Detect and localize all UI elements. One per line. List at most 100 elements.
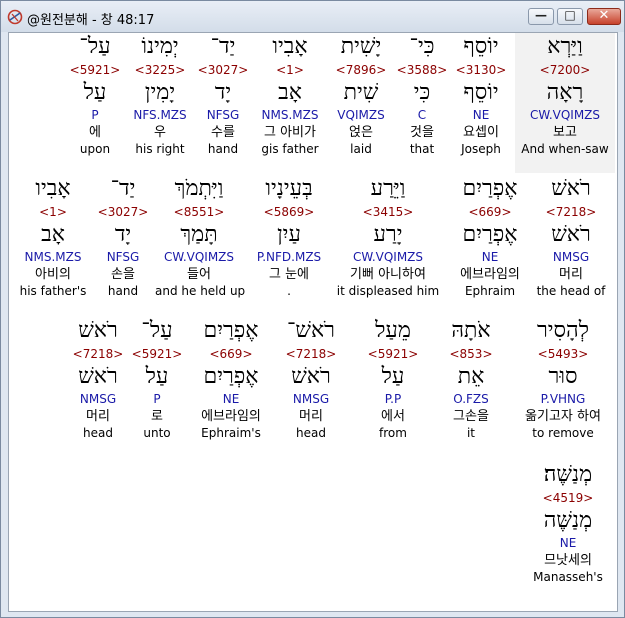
title-bar[interactable]: @원전분해 - 창 48:17 — □ ✕ — [1, 1, 624, 32]
strong-number: <3130> — [455, 63, 507, 77]
morphology-code: P.P — [384, 392, 402, 406]
english-gloss: gis father — [261, 142, 319, 156]
strong-number: <5921> — [367, 347, 419, 361]
english-gloss: and he held up — [155, 284, 246, 298]
hebrew-word: יָשִׁית — [340, 34, 382, 59]
hebrew-lemma: רֹאשׁ — [78, 364, 118, 389]
morphology-code: NMSG — [79, 392, 117, 406]
word-cell[interactable]: עַל־ <5921> עַל P 에 upon — [65, 33, 125, 157]
word-cell[interactable]: לְהָסִיר <5493> סוּר P.VHNG 옮기고자 하여 to r… — [515, 317, 611, 441]
word-cell[interactable]: כִּי־ <3588> כִּי C 것을 that — [395, 33, 449, 157]
korean-gloss: 그손을 — [453, 409, 489, 424]
word-cell[interactable]: וַיִּתְמֹךְ <8551> תָּמַךְ CW.VQIMZS 들어 … — [155, 175, 246, 299]
hebrew-word: רֹאשׁ־ — [286, 318, 335, 343]
strong-number: <5869> — [263, 205, 315, 219]
english-gloss: laid — [350, 142, 372, 156]
word-cell[interactable]: בְּעֵינָיו <5869> עַיִן P.NFD.MZS 그 눈에 . — [247, 175, 331, 299]
window-title: @원전분해 - 창 48:17 — [27, 13, 155, 28]
english-gloss: . — [287, 284, 291, 298]
hebrew-word: מֵעַל — [375, 318, 411, 343]
strong-number: <7896> — [335, 63, 387, 77]
hebrew-lemma: רֹאשׁ — [551, 222, 591, 247]
word-cell[interactable]: מְנַשֶּׁה׃ <4519> מְנַשֶּׁה NE 므낫세의 Mana… — [525, 461, 611, 585]
strong-number: <1> — [39, 205, 67, 219]
korean-gloss: 머리 — [559, 267, 583, 282]
minimize-icon: — — [535, 8, 547, 22]
close-button[interactable]: ✕ — [587, 8, 621, 25]
hebrew-word: אָבִיו — [35, 176, 71, 201]
word-cell[interactable]: אֶפְרַיִם <669> אֶפְרַיִם NE 에브라임의 Ephra… — [189, 317, 273, 441]
word-cell[interactable]: מֵעַל <5921> עַל P.P 에서 from — [363, 317, 423, 441]
english-gloss: hand — [207, 142, 239, 156]
korean-gloss: 수를 — [211, 125, 235, 140]
hebrew-lemma: יוֹסֵף — [463, 80, 499, 105]
morphology-code: P — [153, 392, 161, 406]
morphology-code: O.FZS — [453, 392, 489, 406]
word-cell[interactable]: וַיַּרְא <7200> רָאָה CW.VQIMZS 보고 And w… — [515, 33, 615, 173]
hebrew-word: יְמִינוֹ — [141, 34, 179, 59]
korean-gloss: 머리 — [299, 409, 323, 424]
english-gloss: Joseph — [461, 142, 501, 156]
strong-number: <5921> — [69, 63, 121, 77]
english-gloss: it displeased him — [336, 284, 440, 298]
morphology-code: P.NFD.MZS — [256, 250, 322, 264]
hebrew-lemma: עַל — [381, 364, 405, 389]
morphology-code: NE — [559, 536, 577, 550]
minimize-button[interactable]: — — [528, 8, 554, 25]
strong-number: <5921> — [131, 347, 183, 361]
korean-gloss: 머리 — [86, 409, 110, 424]
word-cell[interactable]: יוֹסֵף <3130> יוֹסֵף NE 요셉이 Joseph — [451, 33, 511, 157]
morphology-code: VQIMZS — [337, 108, 385, 122]
english-gloss: And when-saw — [521, 142, 609, 156]
korean-gloss: 옮기고자 하여 — [525, 409, 601, 424]
hebrew-lemma: רָאָה — [546, 80, 584, 105]
strong-number: <4519> — [542, 491, 594, 505]
hebrew-word: אֶפְרַיִם — [203, 318, 259, 343]
korean-gloss: 에서 — [381, 409, 405, 424]
hebrew-lemma: אֵת — [457, 364, 485, 389]
strong-number: <3415> — [362, 205, 414, 219]
hebrew-lemma: יָמִין — [144, 80, 176, 105]
morphology-code: NMSG — [552, 250, 590, 264]
hebrew-word: כִּי־ — [409, 34, 435, 59]
hebrew-lemma: כִּי — [413, 80, 431, 105]
morphology-code: NE — [481, 250, 499, 264]
hebrew-word: אֹתָהּ — [451, 318, 491, 343]
english-gloss: unto — [143, 426, 171, 440]
morphology-code: P.VHNG — [540, 392, 586, 406]
english-gloss: it — [466, 426, 476, 440]
hebrew-lemma: סוּר — [548, 364, 578, 389]
word-cell[interactable]: יְמִינוֹ <3225> יָמִין NFS.MZS 우 his rig… — [127, 33, 193, 157]
word-cell[interactable]: יָשִׁית <7896> שִׁית VQIMZS 얹은 laid — [329, 33, 393, 157]
word-cell[interactable]: רֹאשׁ־ <7218> רֹאשׁ NMSG 머리 head — [277, 317, 345, 441]
word-cell[interactable]: אֹתָהּ <853> אֵת O.FZS 그손을 it — [441, 317, 501, 441]
word-cell[interactable]: רֹאשׁ <7218> רֹאשׁ NMSG 머리 head — [65, 317, 131, 441]
morphology-code: CW.VQIMZS — [163, 250, 235, 264]
word-cell[interactable]: יַד־ <3027> יָד NFSG 손을 hand — [95, 175, 151, 299]
interlinear-view[interactable]: וַיַּרְא <7200> רָאָה CW.VQIMZS 보고 And w… — [8, 32, 618, 612]
hebrew-word: וַיֵּרַע — [370, 176, 406, 201]
hebrew-lemma: יָד — [214, 80, 232, 105]
word-cell[interactable]: רֹאשׁ <7218> רֹאשׁ NMSG 머리 the head of — [533, 175, 609, 299]
korean-gloss: 그 아비가 — [264, 125, 316, 140]
morphology-code: NFSG — [206, 108, 240, 122]
strong-number: <669> — [209, 347, 253, 361]
english-gloss: his father's — [19, 284, 87, 298]
morphology-code: NFS.MZS — [133, 108, 187, 122]
word-cell[interactable]: אָבִיו <1> אָב NMS.MZS 그 아비가 gis father — [253, 33, 327, 157]
word-cell[interactable]: וַיֵּרַע <3415> יָרַע CW.VQIMZS 기뻐 아니하여 … — [333, 175, 443, 299]
strong-number: <853> — [449, 347, 493, 361]
hebrew-word: רֹאשׁ — [78, 318, 118, 343]
word-cell[interactable]: עַל־ <5921> עַל P 로 unto — [129, 317, 185, 441]
hebrew-word: מְנַשֶּׁה׃ — [543, 462, 593, 487]
maximize-button[interactable]: □ — [557, 8, 583, 25]
english-gloss: Manasseh's — [533, 570, 603, 584]
hebrew-word: יוֹסֵף — [463, 34, 499, 59]
word-cell[interactable]: אֶפְרַיִם <669> אֶפְרַיִם NE 에브라임의 Ephra… — [449, 175, 531, 299]
strong-number: <7218> — [545, 205, 597, 219]
word-cell[interactable]: יַד־ <3027> יָד NFSG 수를 hand — [195, 33, 251, 157]
english-gloss: his right — [135, 142, 185, 156]
morphology-code: NMSG — [292, 392, 330, 406]
word-cell[interactable]: אָבִיו <1> אָב NMS.MZS 아비의 his father's — [13, 175, 93, 299]
hebrew-word: לְהָסִיר — [536, 318, 590, 343]
